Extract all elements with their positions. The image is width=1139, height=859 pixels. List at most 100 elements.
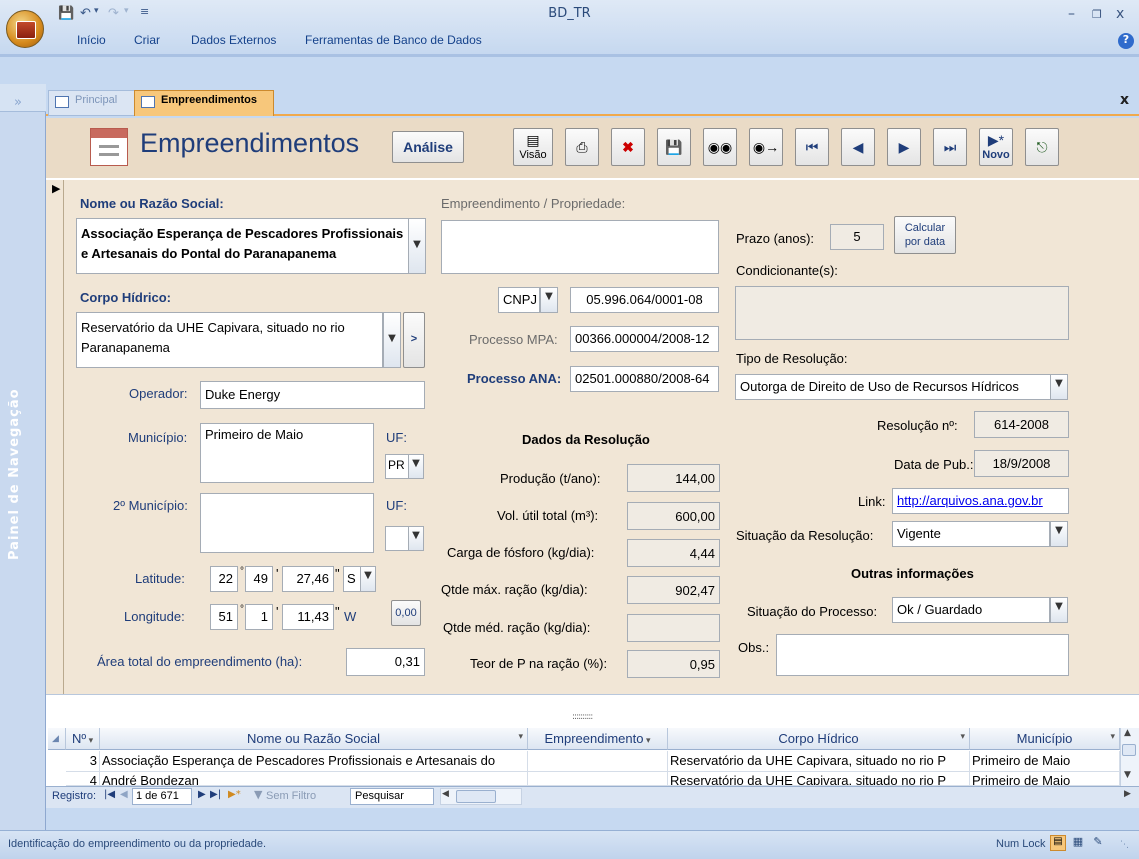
cell-empreendimento[interactable]: [528, 772, 668, 786]
select-all-icon[interactable]: ◢: [48, 728, 66, 750]
scroll-thumb[interactable]: [1122, 744, 1136, 756]
lon-sec-field[interactable]: 11,43: [282, 604, 334, 630]
split-bar[interactable]: [46, 694, 1139, 724]
zero-button[interactable]: 0,00: [391, 600, 421, 626]
uf-dropdown-icon[interactable]: ▼: [408, 454, 424, 479]
tab-principal[interactable]: Principal: [48, 90, 140, 116]
ribbon-tab-inicio[interactable]: Início: [77, 33, 106, 47]
lat-sec-field[interactable]: 27,46: [282, 566, 334, 592]
processo-ana-field[interactable]: 02501.000880/2008-64: [570, 366, 719, 392]
situacao-resolucao-combobox[interactable]: Vigente: [892, 521, 1050, 547]
scroll-down-icon[interactable]: ▼: [1124, 770, 1131, 780]
resize-grip-icon[interactable]: ⋱: [1120, 840, 1129, 850]
teor-field[interactable]: 0,95: [627, 650, 720, 678]
cell-municipio[interactable]: Primeiro de Maio: [970, 772, 1120, 786]
scroll-right-icon[interactable]: ▶: [1124, 789, 1131, 799]
corpo-combobox[interactable]: Reservatório da UHE Capivara, situado no…: [76, 312, 383, 368]
tipo-resolucao-dropdown-icon[interactable]: ▼: [1050, 374, 1068, 400]
nome-dropdown-icon[interactable]: ▼: [408, 218, 426, 274]
splitter-grip-icon[interactable]: ::::::::::: [572, 712, 593, 722]
vol-field[interactable]: 600,00: [627, 502, 720, 530]
situacao-processo-dropdown-icon[interactable]: ▼: [1050, 597, 1068, 623]
area-field[interactable]: 0,31: [346, 648, 425, 676]
column-header-corpo-hidrico[interactable]: Corpo Hídrico ▾: [668, 728, 970, 750]
delete-button[interactable]: ✖: [611, 128, 645, 166]
visao-button[interactable]: ▤ Visão: [513, 128, 553, 166]
doc-type-combobox[interactable]: CNPJ: [498, 287, 540, 313]
last-record-button[interactable]: ⏭: [933, 128, 967, 166]
corpo-dropdown-icon[interactable]: ▼: [383, 312, 401, 368]
minimize-icon[interactable]: –: [1068, 6, 1075, 22]
lat-hem-combobox[interactable]: S: [343, 566, 361, 592]
cell-empreendimento[interactable]: [528, 751, 668, 772]
sem-filtro-indicator[interactable]: Sem Filtro: [266, 790, 316, 802]
lon-deg-field[interactable]: 51: [210, 604, 238, 630]
next-record-nav-icon[interactable]: ▶: [198, 789, 206, 800]
record-selector[interactable]: [46, 180, 64, 694]
uf-combobox[interactable]: PR: [385, 454, 409, 479]
data-pub-field[interactable]: 18/9/2008: [974, 450, 1069, 477]
lat-deg-field[interactable]: 22: [210, 566, 238, 592]
operador-field[interactable]: Duke Energy: [200, 381, 425, 409]
empreend-field[interactable]: [441, 220, 719, 274]
find-button[interactable]: ◉◉: [703, 128, 737, 166]
resolucao-field[interactable]: 614-2008: [974, 411, 1069, 438]
first-record-nav-icon[interactable]: |◀: [104, 789, 115, 800]
new-record-nav-icon[interactable]: ▶*: [228, 789, 241, 800]
design-view-icon[interactable]: ✎: [1090, 835, 1106, 851]
nome-combobox[interactable]: Associação Esperança de Pescadores Profi…: [76, 218, 409, 274]
novo-button[interactable]: ▶* Novo: [979, 128, 1013, 166]
situacao-processo-combobox[interactable]: Ok / Guardado: [892, 597, 1050, 623]
close-window-icon[interactable]: x: [1116, 6, 1124, 22]
column-header-municipio[interactable]: Município ▾: [970, 728, 1120, 750]
record-position-field[interactable]: 1 de 671: [132, 788, 192, 805]
uf2-combobox[interactable]: [385, 526, 409, 551]
find-next-button[interactable]: ◉→: [749, 128, 783, 166]
cell-corpo-hidrico[interactable]: Reservatório da UHE Capivara, situado no…: [668, 772, 970, 786]
scroll-up-icon[interactable]: ▲: [1124, 728, 1131, 738]
form-view-icon[interactable]: ▤: [1050, 835, 1066, 851]
ribbon-tab-criar[interactable]: Criar: [134, 33, 160, 47]
close-document-icon[interactable]: x: [1120, 92, 1129, 108]
corpo-open-button[interactable]: >: [403, 312, 425, 368]
close-form-button[interactable]: ⎋: [1025, 128, 1059, 166]
situacao-resolucao-dropdown-icon[interactable]: ▼: [1050, 521, 1068, 547]
cell-municipio[interactable]: Primeiro de Maio: [970, 751, 1120, 772]
condicionantes-field[interactable]: [735, 286, 1069, 340]
next-record-button[interactable]: ▶: [887, 128, 921, 166]
tab-empreendimentos[interactable]: Empreendimentos: [134, 90, 274, 116]
column-header-numero[interactable]: Nº ▾: [66, 728, 100, 750]
help-icon[interactable]: ?: [1118, 33, 1134, 49]
expand-nav-icon[interactable]: »: [14, 95, 22, 110]
lat-hem-dropdown-icon[interactable]: ▼: [360, 566, 376, 592]
producao-field[interactable]: 144,00: [627, 464, 720, 492]
cell-numero[interactable]: 4: [66, 772, 100, 786]
cell-nome[interactable]: André Bondezan: [100, 772, 528, 786]
last-record-nav-icon[interactable]: ▶|: [210, 789, 221, 800]
racao-med-field[interactable]: [627, 614, 720, 642]
prazo-field[interactable]: 5: [830, 224, 884, 250]
print-button[interactable]: ⎙: [565, 128, 599, 166]
analise-button[interactable]: Análise: [392, 131, 464, 163]
doc-type-dropdown-icon[interactable]: ▼: [540, 287, 558, 313]
cell-corpo-hidrico[interactable]: Reservatório da UHE Capivara, situado no…: [668, 751, 970, 772]
cell-nome[interactable]: Associação Esperança de Pescadores Profi…: [100, 751, 528, 772]
save-record-button[interactable]: 💾: [657, 128, 691, 166]
horizontal-scroll-thumb[interactable]: [456, 790, 496, 803]
municipio2-field[interactable]: [200, 493, 374, 553]
processo-mpa-field[interactable]: 00366.000004/2008-12: [570, 326, 719, 352]
datasheet-view-icon[interactable]: ▦: [1070, 835, 1086, 851]
first-record-button[interactable]: ⏮: [795, 128, 829, 166]
doc-number-field[interactable]: 05.996.064/0001-08: [570, 287, 719, 313]
previous-record-button[interactable]: ◀: [841, 128, 875, 166]
scroll-left-icon[interactable]: ◀: [442, 789, 449, 799]
obs-field[interactable]: [776, 634, 1069, 676]
ribbon-tab-ferramentas[interactable]: Ferramentas de Banco de Dados: [305, 33, 482, 47]
column-header-nome[interactable]: Nome ou Razão Social ▾: [100, 728, 528, 750]
column-header-empreendimento[interactable]: Empreendimento ▾: [528, 728, 668, 750]
lon-min-field[interactable]: 1: [245, 604, 273, 630]
racao-max-field[interactable]: 902,47: [627, 576, 720, 604]
maximize-icon[interactable]: ❐: [1092, 8, 1102, 21]
ribbon-tab-dados-externos[interactable]: Dados Externos: [191, 33, 276, 47]
link-field[interactable]: http://arquivos.ana.gov.br: [892, 488, 1069, 514]
